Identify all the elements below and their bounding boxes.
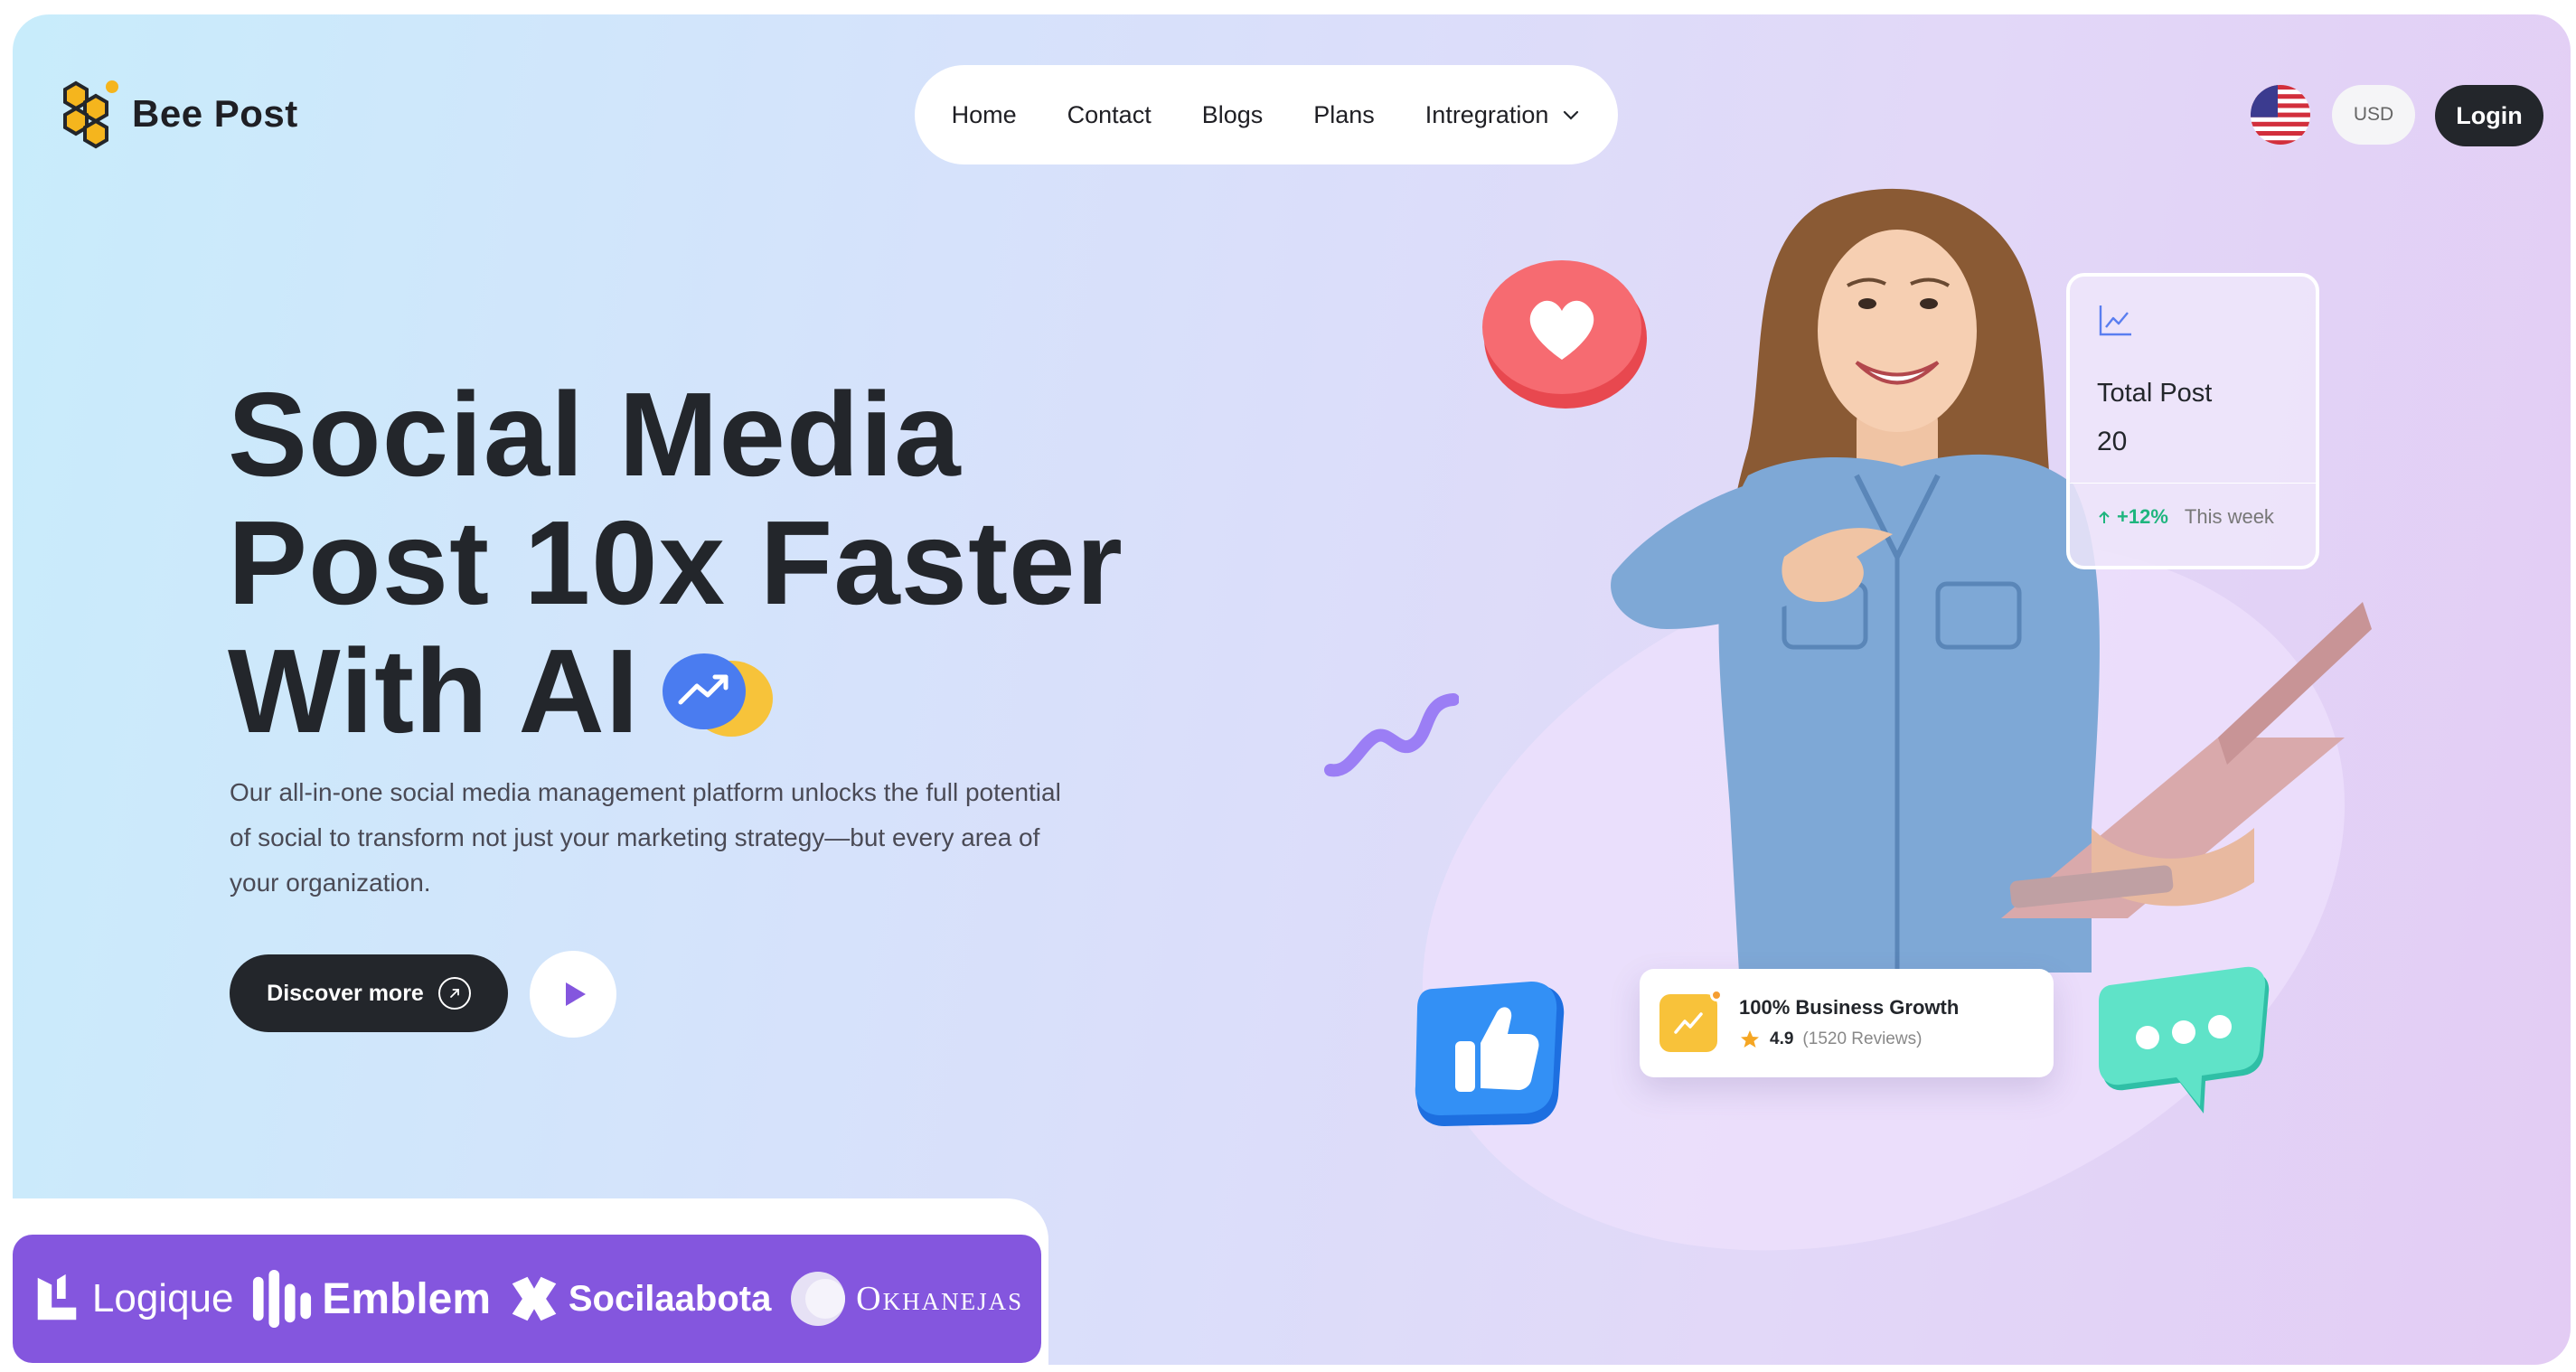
thumbs-up-reaction-icon	[1415, 982, 1565, 1126]
play-video-button[interactable]	[530, 951, 616, 1038]
total-post-footer: +12% This week	[2097, 505, 2289, 529]
arrow-up-icon	[2099, 511, 2110, 523]
growth-rating: 4.9 (1520 Reviews)	[1739, 1029, 1959, 1050]
logique-logo	[37, 1273, 77, 1320]
discover-more-button[interactable]: Discover more	[230, 954, 508, 1032]
partner-logos-strip: Logique Emblem Socilaabota Okhanejas	[13, 1235, 1041, 1363]
partner-name-emblem: Emblem	[322, 1274, 492, 1323]
us-flag-icon[interactable]	[2251, 85, 2310, 145]
total-post-value: 20	[2097, 427, 2128, 456]
heart-reaction-icon	[1482, 260, 1647, 409]
discover-more-label: Discover more	[267, 980, 424, 1006]
hero-section: Bee Post Home Contact Blogs Plans Intreg…	[13, 14, 2571, 1365]
headline-line-2: Post 10x Faster	[228, 496, 1123, 629]
nav-integration[interactable]: Intregration	[1425, 101, 1582, 129]
star-icon	[1741, 1030, 1759, 1048]
business-growth-card: 100% Business Growth 4.9 (1520 Reviews)	[1640, 969, 2054, 1077]
total-post-card: Total Post 20 +12% This week	[2066, 273, 2319, 569]
growth-title: 100% Business Growth	[1739, 996, 1960, 1019]
card-divider	[2070, 483, 2316, 484]
headline-line-3: With AI	[228, 627, 1132, 756]
hero-headline: Social Media Post 10x Faster With AI	[228, 371, 1132, 756]
rating-score: 4.9	[1770, 1029, 1794, 1048]
nav-home[interactable]: Home	[952, 101, 1017, 129]
nav-integration-label: Intregration	[1424, 100, 1549, 128]
headline-line-3-text: With AI	[228, 625, 640, 757]
trend-up-badge-icon	[663, 653, 774, 738]
hero-description: Our all-in-one social media management p…	[230, 778, 1061, 897]
brand-logo[interactable]: Bee Post	[56, 78, 298, 150]
brand-name: Bee Post	[132, 92, 298, 135]
squiggle-decoration	[1324, 693, 1459, 777]
chat-bubble-icon	[2099, 966, 2270, 1114]
notification-dot	[1710, 989, 1723, 1001]
currency-selector[interactable]: USD	[2332, 85, 2415, 145]
line-chart-icon	[2099, 305, 2131, 336]
growth-change: +12%	[2097, 505, 2168, 529]
partner-name-logique: Logique	[91, 1276, 234, 1320]
honeycomb-icon	[63, 80, 118, 149]
partner-emblem[interactable]: Emblem	[251, 1268, 491, 1330]
chevron-down-icon	[1564, 110, 1579, 120]
partner-okhanejas[interactable]: Okhanejas	[789, 1270, 1023, 1328]
nav-plans[interactable]: Plans	[1313, 101, 1375, 129]
partner-logique[interactable]: Logique	[31, 1273, 234, 1325]
arrow-up-right-icon	[437, 977, 471, 1010]
main-nav: Home Contact Blogs Plans Intregration	[915, 65, 1618, 164]
nav-blogs[interactable]: Blogs	[1202, 101, 1264, 129]
partner-name-okhanejas: Okhanejas	[856, 1280, 1024, 1318]
play-icon	[566, 982, 586, 1006]
nav-contact[interactable]: Contact	[1067, 101, 1152, 129]
emblem-logo	[253, 1269, 312, 1329]
growth-chart-icon	[1659, 989, 1723, 1052]
rating-reviews: (1520 Reviews)	[1802, 1029, 1923, 1048]
partner-socilaabota[interactable]: Socilaabota	[509, 1273, 772, 1324]
okhanejas-logo	[791, 1272, 846, 1326]
partner-name-socilaabota: Socilaabota	[568, 1278, 772, 1319]
headline-line-1: Social Media	[228, 368, 962, 501]
socilaabota-logo	[512, 1276, 557, 1321]
login-button[interactable]: Login	[2435, 85, 2543, 146]
growth-period: This week	[2184, 505, 2274, 528]
growth-change-value: +12%	[2117, 505, 2168, 528]
total-post-label: Total Post	[2097, 379, 2213, 408]
